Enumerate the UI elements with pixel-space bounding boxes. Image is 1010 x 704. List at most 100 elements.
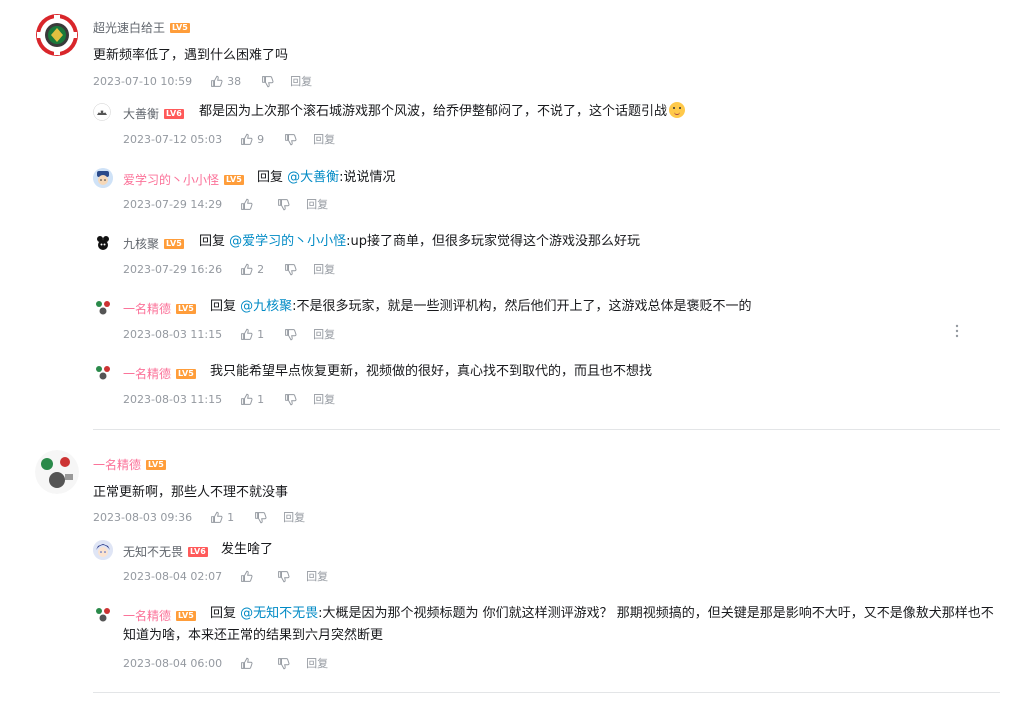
cartoon-avatar-icon (93, 233, 113, 253)
thumbs-down-icon (278, 570, 290, 582)
dislike-button[interactable] (277, 657, 290, 670)
avatar[interactable] (93, 297, 113, 317)
dislike-button[interactable] (254, 511, 267, 524)
reply-content: :不是很多玩家，就是一些测评机构，然后他们开上了，这游戏总体是褒贬不一的 (292, 299, 752, 314)
character-avatar-icon (93, 168, 113, 188)
dislike-button[interactable] (284, 393, 297, 406)
reply-button[interactable]: 回复 (283, 509, 305, 525)
username-text[interactable]: 爱学习的丶小小怪 (123, 171, 219, 188)
like-button[interactable]: 9 (240, 133, 264, 146)
comment-username[interactable]: 一名精德 LV5 (93, 456, 166, 473)
avatar[interactable] (93, 362, 113, 382)
username-text[interactable]: 一名精德 (123, 300, 171, 317)
reply-prefix: 回复 (210, 606, 241, 621)
thumbs-up-icon (241, 393, 253, 405)
thumbs-up-icon (241, 263, 253, 275)
reply-meta: 2023-07-29 14:29 回复 (123, 196, 328, 212)
thumbs-down-icon (285, 328, 297, 340)
thumbs-down-icon (285, 393, 297, 405)
like-button[interactable]: 38 (210, 75, 241, 88)
dislike-button[interactable] (277, 570, 290, 583)
more-options-icon[interactable] (955, 324, 959, 338)
like-button[interactable] (240, 570, 257, 583)
reply-button[interactable]: 回复 (290, 73, 312, 89)
reply-username[interactable]: 大善衡 LV6 (123, 105, 184, 122)
thumbs-up-icon (241, 657, 253, 669)
like-button[interactable] (240, 657, 257, 670)
reply-username[interactable]: 一名精德 LV5 (123, 365, 196, 382)
level-badge: LV5 (170, 22, 190, 33)
dislike-button[interactable] (284, 328, 297, 341)
avatar[interactable] (93, 168, 113, 188)
thread-divider (93, 429, 1000, 430)
reply-username[interactable]: 一名精德 LV5 (123, 300, 196, 317)
reply-text: 我只能希望早点恢复更新，视频做的很好，真心找不到取代的，而且也不想找 (210, 364, 653, 379)
like-count: 1 (257, 327, 265, 341)
username-text[interactable]: 大善衡 (123, 105, 159, 122)
level-badge: LV5 (176, 368, 196, 379)
level-badge: LV5 (176, 303, 196, 314)
username-text[interactable]: 一名精德 (123, 365, 171, 382)
timestamp: 2023-08-03 11:15 (123, 392, 223, 406)
like-button[interactable]: 2 (240, 263, 264, 276)
avatar[interactable] (35, 450, 79, 494)
dislike-button[interactable] (284, 263, 297, 276)
level-badge: LV6 (164, 108, 184, 119)
emblem-avatar-icon (36, 14, 78, 56)
mention-link[interactable]: @无知不无畏 (240, 606, 318, 621)
comment-meta: 2023-07-10 10:59 38 回复 (93, 73, 312, 89)
username-text[interactable]: 无知不无畏 (123, 543, 183, 560)
reply-button[interactable]: 回复 (313, 131, 335, 147)
like-button[interactable]: 1 (240, 328, 264, 341)
reply-text: 回复 @九核聚:不是很多玩家，就是一些测评机构，然后他们开上了，这游戏总体是褒贬… (210, 296, 752, 318)
reply-meta: 2023-08-04 02:07 回复 (123, 568, 328, 584)
reply-content: :说说情况 (339, 170, 396, 185)
avatar[interactable] (35, 13, 79, 57)
dislike-button[interactable] (261, 75, 274, 88)
timestamp: 2023-07-12 05:03 (123, 132, 223, 146)
smile-emoji-icon (669, 102, 686, 118)
username-text[interactable]: 超光速白给王 (93, 19, 165, 36)
avatar[interactable] (93, 233, 113, 253)
reply-button[interactable]: 回复 (313, 326, 335, 342)
like-count: 1 (257, 392, 265, 406)
anime-avatar-icon (93, 540, 113, 560)
level-badge: LV5 (164, 238, 184, 249)
thumbs-up-icon (241, 133, 253, 145)
thread-divider (93, 692, 1000, 693)
thumbs-down-icon (285, 263, 297, 275)
avatar[interactable] (93, 540, 113, 560)
reply-button[interactable]: 回复 (306, 196, 328, 212)
reply-username[interactable]: 爱学习的丶小小怪 LV5 (123, 171, 244, 188)
like-count: 2 (257, 262, 265, 276)
reply-content: :up接了商单，但很多玩家觉得这个游戏没那么好玩 (346, 234, 641, 249)
avatar[interactable] (93, 103, 111, 121)
reply-username[interactable]: 九核聚 LV5 (123, 235, 184, 252)
like-button[interactable]: 1 (240, 393, 264, 406)
reply-meta: 2023-08-03 11:15 1 回复 (123, 326, 335, 342)
comment-username[interactable]: 超光速白给王 LV5 (93, 19, 190, 36)
reply-prefix: 回复 (199, 234, 230, 249)
level-badge: LV5 (224, 174, 244, 185)
thumbs-up-icon (241, 570, 253, 582)
dislike-button[interactable] (284, 133, 297, 146)
reply-button[interactable]: 回复 (313, 391, 335, 407)
reply-text: 回复 @大善衡:说说情况 (257, 167, 396, 189)
reply-button[interactable]: 回复 (313, 261, 335, 277)
dislike-button[interactable] (277, 198, 290, 211)
cartoon-avatar-icon (93, 103, 111, 121)
reply-button[interactable]: 回复 (306, 568, 328, 584)
username-text[interactable]: 九核聚 (123, 235, 159, 252)
like-count: 9 (257, 132, 265, 146)
mention-link[interactable]: @大善衡 (287, 170, 339, 185)
mention-link[interactable]: @爱学习的丶小小怪 (229, 234, 346, 249)
mention-link[interactable]: @九核聚 (240, 299, 292, 314)
reply-username[interactable]: 无知不无畏 LV6 (123, 543, 208, 560)
comment-text: 正常更新啊，那些人不理不就没事 (93, 485, 289, 500)
like-button[interactable] (240, 198, 257, 211)
username-text[interactable]: 一名精德 (93, 456, 141, 473)
timestamp: 2023-08-04 06:00 (123, 656, 223, 670)
avatar[interactable] (93, 604, 113, 624)
reply-button[interactable]: 回复 (306, 655, 328, 671)
like-button[interactable]: 1 (210, 511, 234, 524)
